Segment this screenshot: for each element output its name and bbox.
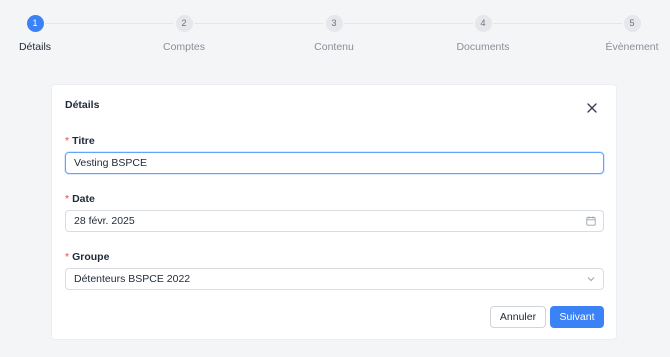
date-label-text: Date [72,193,95,205]
step-label: Contenu [314,41,354,53]
card-title: Détails [65,99,100,111]
step-documents[interactable]: 4 Documents [433,15,533,53]
required-mark: * [65,193,70,205]
date-field-label: * Date [65,193,95,205]
step-accounts[interactable]: 2 Comptes [134,15,234,53]
details-card: Détails * Titre Vesting BSPCE * Date 28 fé… [51,84,617,340]
chevron-down-icon [587,277,595,282]
step-label: Détails [18,41,52,53]
step-number: 2 [175,15,193,32]
group-label-text: Groupe [72,251,110,263]
group-field-label: * Groupe [65,251,109,263]
title-field-label: * Titre [65,135,95,147]
step-number: 1 [26,15,44,32]
stepper: 1 Détails 2 Comptes 3 Contenu 4 Document… [0,0,670,60]
required-mark: * [65,251,70,263]
title-label-text: Titre [72,135,95,147]
step-label: Comptes [162,41,205,53]
calendar-icon[interactable] [586,216,596,226]
step-content[interactable]: 3 Contenu [284,15,384,53]
step-label: Documents [456,41,510,53]
group-select[interactable]: Détenteurs BSPCE 2022 [65,268,604,290]
next-button[interactable]: Suivant [550,306,604,328]
step-number: 5 [623,15,641,32]
step-label: Évènement [605,41,659,53]
date-picker[interactable]: 28 févr. 2025 [65,210,604,232]
required-mark: * [65,135,70,147]
title-input[interactable]: Vesting BSPCE [65,152,604,174]
step-number: 4 [474,15,492,32]
cancel-button[interactable]: Annuler [490,306,546,328]
step-number: 3 [325,15,343,32]
close-icon[interactable] [585,101,599,115]
step-event[interactable]: 5 Évènement [582,15,670,53]
step-details[interactable]: 1 Détails [0,15,85,53]
group-value: Détenteurs BSPCE 2022 [74,273,191,285]
date-value: 28 févr. 2025 [74,215,135,227]
